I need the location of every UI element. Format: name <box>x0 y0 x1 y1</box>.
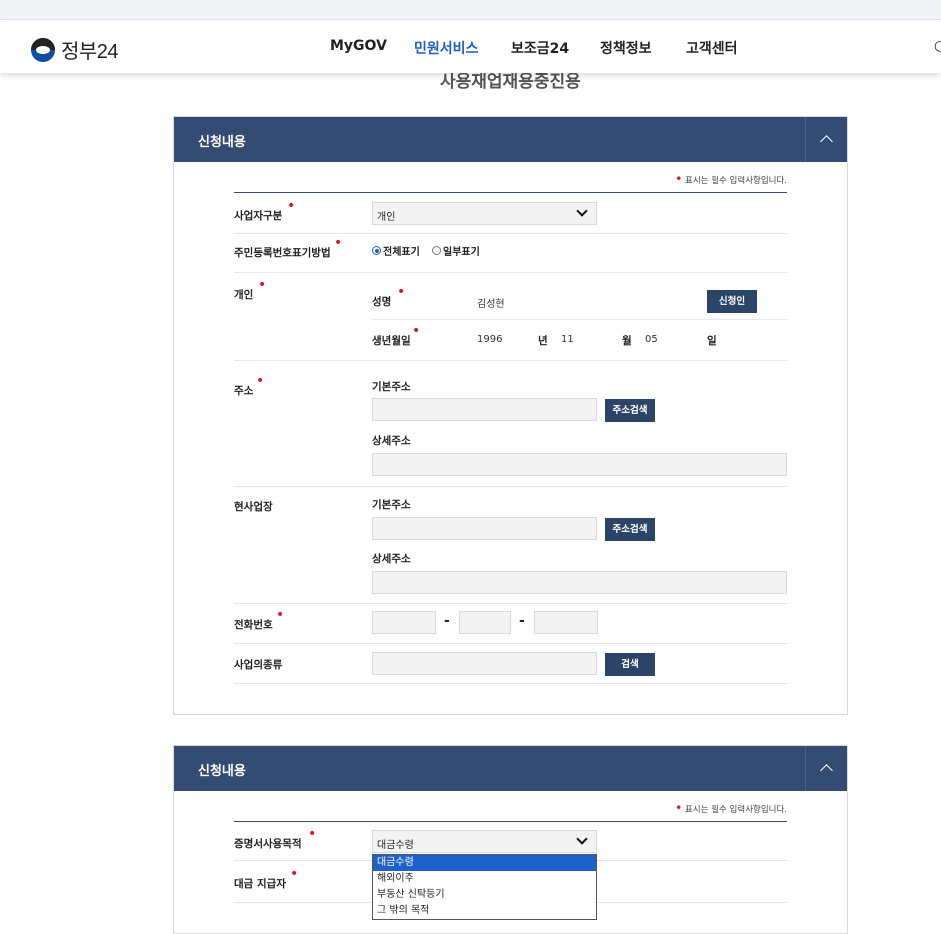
radio-partial[interactable]: 일부표기 <box>432 243 480 258</box>
collapse-chevron-icon[interactable] <box>805 117 847 162</box>
nav-item-mygov[interactable]: MyGOV <box>330 38 387 54</box>
address-basic-input[interactable] <box>372 398 597 421</box>
birth-day: 05 <box>645 334 658 345</box>
panel-header: 신청내용 <box>174 117 847 162</box>
phone-separator: - <box>444 613 450 629</box>
dropdown-option[interactable]: 부동산 신탁등기 <box>373 887 596 903</box>
year-unit: 년 <box>538 335 548 347</box>
required-dot: • <box>412 323 421 339</box>
purpose-dropdown-list: 대금수령 해외이주 부동산 신탁등기 그 밖의 목적 <box>372 854 597 920</box>
chevron-down-icon <box>576 205 588 217</box>
month-unit: 월 <box>622 335 632 347</box>
worksite-label: 현사업장 <box>234 501 273 513</box>
row-divider <box>234 683 787 684</box>
required-note: • 표시는 필수 입력사항입니다. <box>675 801 787 815</box>
name-value: 김성현 <box>477 299 505 310</box>
row-divider <box>234 643 787 644</box>
applicant-button[interactable]: 신청인 <box>707 290 757 313</box>
address-search-button[interactable]: 주소검색 <box>605 399 655 422</box>
worksite-basic-label: 기본주소 <box>372 499 411 511</box>
site-logo[interactable]: 정부24 <box>31 35 119 64</box>
required-note: • 표시는 필수 입력사항입니다. <box>675 172 787 186</box>
phone-part3-input[interactable] <box>534 611 598 634</box>
required-dot: • <box>256 373 265 389</box>
phone-label: 전화번호 <box>234 619 273 631</box>
form-top-rule <box>234 821 787 822</box>
dropdown-option[interactable]: 대금수령 <box>373 855 596 871</box>
dropdown-option[interactable]: 그 밖의 목적 <box>373 903 596 919</box>
birth-year: 1996 <box>477 334 503 345</box>
required-dot: • <box>276 607 285 623</box>
address-detail-label: 상세주소 <box>372 435 411 447</box>
chevron-down-icon <box>576 833 588 845</box>
day-unit: 일 <box>707 335 717 347</box>
row-divider <box>234 272 787 273</box>
required-dot: • <box>287 198 296 214</box>
phone-part2-input[interactable] <box>459 611 511 634</box>
row-divider <box>234 360 787 361</box>
site-header: 정부24 MyGOV 민원서비스 보조금24 정책정보 고객센터 ○ <box>0 21 941 73</box>
birth-label: 생년월일 <box>372 335 411 347</box>
panel-title: 신청내용 <box>198 135 246 150</box>
phone-separator: - <box>519 613 525 629</box>
address-detail-input[interactable] <box>372 453 787 476</box>
business-kind-label: 사업의종류 <box>234 659 283 671</box>
name-label: 성명 <box>372 296 392 308</box>
worksite-detail-input[interactable] <box>372 571 787 594</box>
browser-top-strip <box>0 0 941 20</box>
worksite-search-button[interactable]: 주소검색 <box>605 518 655 541</box>
individual-label: 개인 <box>234 289 254 301</box>
required-dot: • <box>308 826 317 842</box>
nav-item-policy[interactable]: 정책정보 <box>600 38 652 58</box>
panel-title: 신청내용 <box>198 764 246 779</box>
row-divider <box>234 233 787 234</box>
nav-item-customer-center[interactable]: 고객센터 <box>686 38 738 58</box>
required-dot: • <box>258 277 267 293</box>
payer-label: 대금 지급자 <box>234 878 286 890</box>
business-kind-input[interactable] <box>372 652 597 675</box>
taegeuk-logo-icon <box>31 37 55 62</box>
panel-header: 신청내용 <box>174 746 847 791</box>
collapse-chevron-icon[interactable] <box>805 746 847 791</box>
search-icon[interactable]: ○ <box>934 38 941 54</box>
worksite-detail-label: 상세주소 <box>372 553 411 565</box>
radio-full[interactable]: 전체표기 <box>372 243 420 258</box>
logo-text: 정부24 <box>61 41 119 63</box>
row-divider <box>372 319 787 320</box>
nav-item-subsidy[interactable]: 보조금24 <box>511 38 569 58</box>
birth-month: 11 <box>561 334 574 345</box>
nav-item-civil-service[interactable]: 민원서비스 <box>414 38 478 58</box>
business-type-label: 사업자구분 <box>234 210 283 222</box>
row-divider <box>234 603 787 604</box>
form-top-rule <box>234 192 787 193</box>
phone-part1-input[interactable] <box>372 611 436 634</box>
worksite-basic-input[interactable] <box>372 517 597 540</box>
required-dot: • <box>290 866 299 882</box>
dropdown-option[interactable]: 해외이주 <box>373 871 596 887</box>
row-divider <box>234 486 787 487</box>
address-label: 주소 <box>234 385 254 397</box>
business-type-select[interactable]: 개인 <box>372 202 597 225</box>
application-panel: 신청내용 • 표시는 필수 입력사항입니다. 사업자구분 • 개인 주민등록번호… <box>173 116 848 715</box>
rrn-method-label: 주민등록번호표기방법 <box>234 247 331 259</box>
business-kind-search-button[interactable]: 검색 <box>605 653 655 676</box>
required-dot: • <box>397 284 406 300</box>
address-basic-label: 기본주소 <box>372 381 411 393</box>
purpose-select[interactable]: 대금수령 <box>372 830 597 853</box>
purpose-label: 증명서사용목적 <box>234 838 302 850</box>
required-dot: • <box>334 235 343 251</box>
